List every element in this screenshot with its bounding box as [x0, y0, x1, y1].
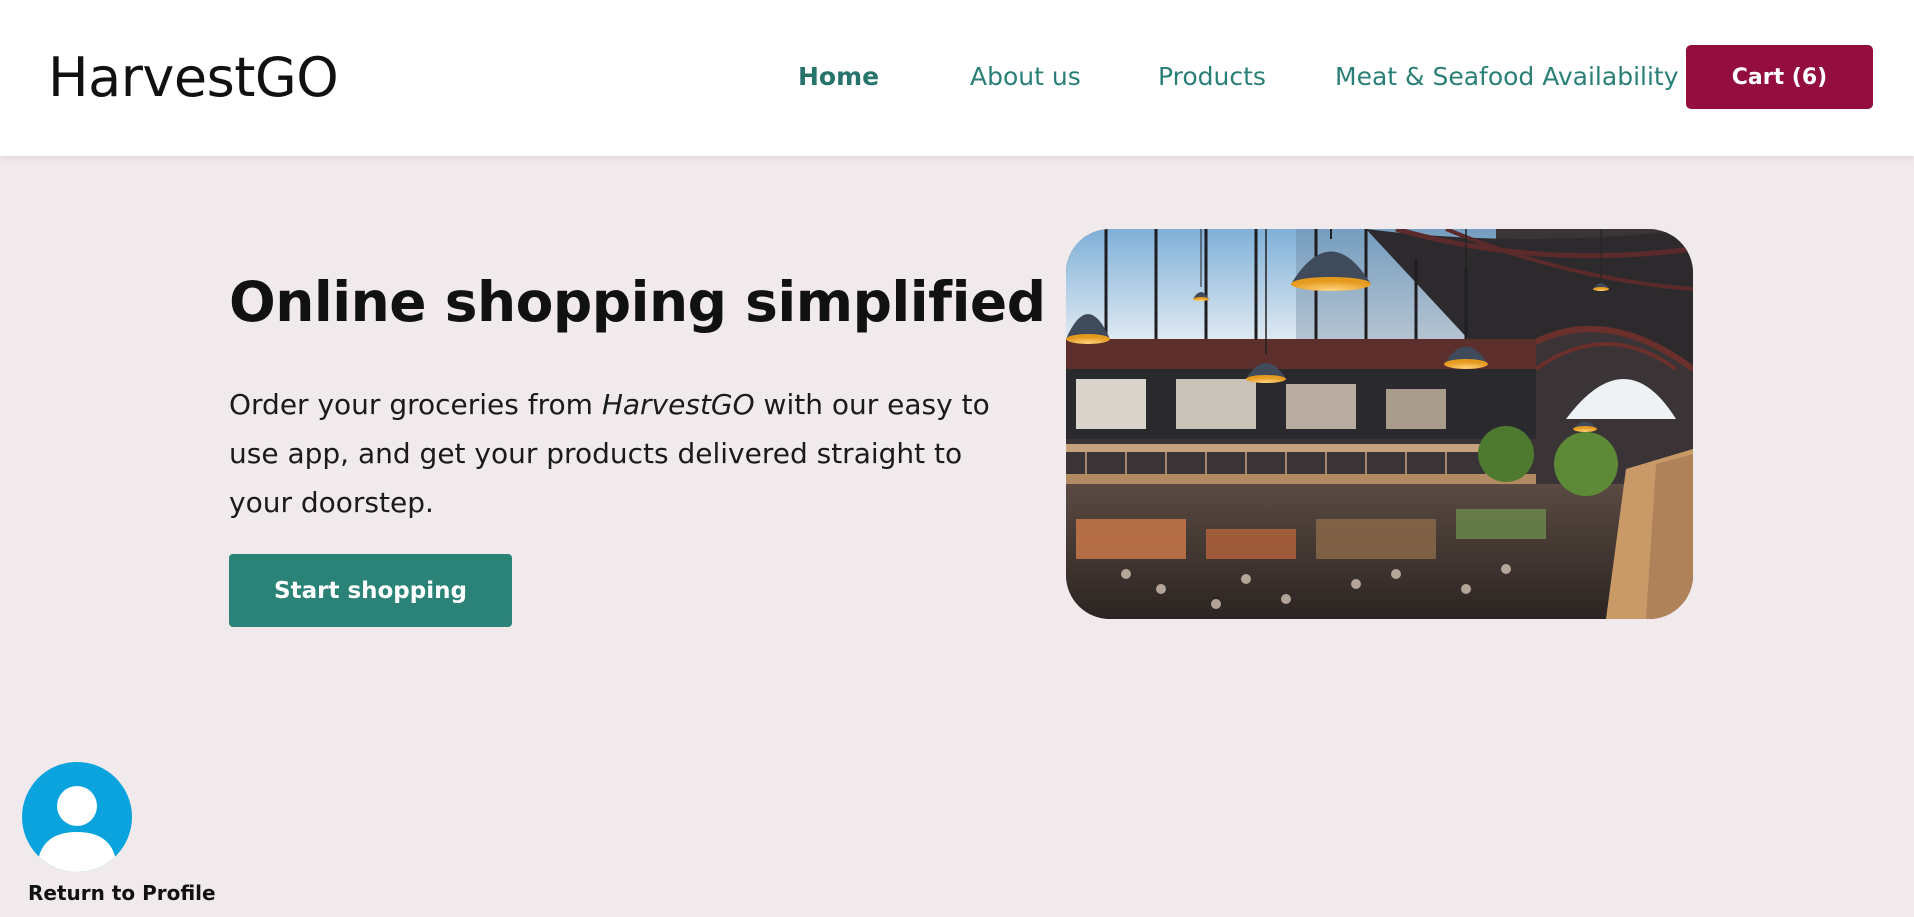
user-avatar-icon	[37, 786, 117, 872]
nav-about[interactable]: About us	[970, 62, 1081, 91]
profile-avatar-button[interactable]	[22, 762, 132, 872]
start-shopping-button[interactable]: Start shopping	[229, 554, 512, 627]
nav-meat-seafood-availability[interactable]: Meat & Seafood Availability	[1335, 62, 1679, 91]
top-navbar: HarvestGO Home About us Products Meat & …	[0, 0, 1914, 156]
brand-logo[interactable]: HarvestGO	[48, 46, 339, 109]
market-hall-image	[1066, 229, 1693, 619]
hero-title: Online shopping simplified	[229, 270, 1046, 334]
cart-button[interactable]: Cart (6)	[1686, 45, 1873, 109]
hero-text-brand: HarvestGO	[601, 388, 755, 421]
hero-description: Order your groceries from HarvestGO with…	[229, 380, 1019, 527]
nav-home[interactable]: Home	[798, 62, 879, 91]
hero-text-intro: Order your groceries from	[229, 388, 602, 421]
market-hall-illustration	[1066, 229, 1693, 619]
return-to-profile-link[interactable]: Return to Profile	[28, 881, 216, 905]
nav-products[interactable]: Products	[1158, 62, 1266, 91]
